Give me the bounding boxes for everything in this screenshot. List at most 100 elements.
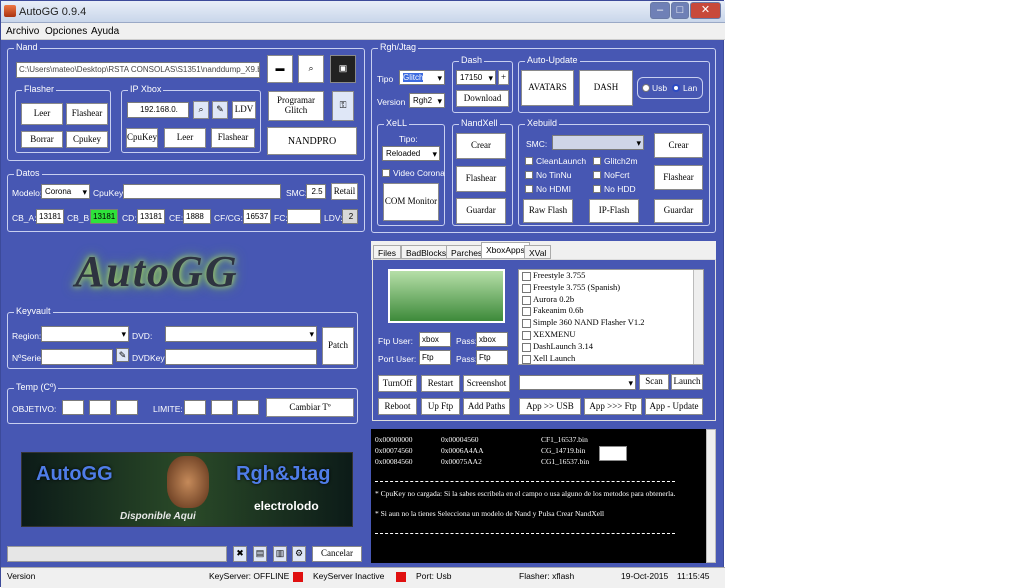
cpukey-button[interactable]: Cpukey bbox=[66, 131, 108, 148]
pass2-input[interactable]: Ftp bbox=[476, 350, 508, 365]
cba-input[interactable]: 13181 bbox=[36, 209, 64, 224]
reboot-button[interactable]: Reboot bbox=[378, 398, 417, 415]
retail-button[interactable]: Retail bbox=[331, 183, 358, 200]
apps-list[interactable]: Freestyle 3.755 Freestyle 3.755 (Spanish… bbox=[518, 269, 704, 365]
version-select[interactable]: Rgh2 bbox=[409, 93, 445, 108]
list-item[interactable]: Xell Launch bbox=[519, 353, 703, 365]
edit-icon[interactable]: ✎ bbox=[212, 101, 228, 119]
dash-update-button[interactable]: DASH bbox=[579, 70, 633, 106]
usb-icon[interactable]: ⚿ bbox=[332, 91, 354, 121]
nandxell-guardar-button[interactable]: Guardar bbox=[456, 198, 506, 224]
tools-icon[interactable]: ✖ bbox=[233, 546, 247, 562]
avatars-button[interactable]: AVATARS bbox=[521, 70, 574, 106]
launch-button[interactable]: Launch bbox=[671, 374, 703, 390]
close-icon[interactable]: ✕ bbox=[690, 2, 721, 19]
addpaths-button[interactable]: Add Paths bbox=[463, 398, 510, 415]
dvdkey-input[interactable] bbox=[165, 349, 317, 365]
pass-input[interactable]: xbox bbox=[476, 332, 508, 347]
console-scrollbar[interactable] bbox=[706, 429, 716, 563]
search-icon[interactable]: ⌕ bbox=[298, 55, 324, 83]
tab-xboxapps[interactable]: XboxApps bbox=[481, 242, 530, 259]
app-select[interactable] bbox=[519, 375, 636, 390]
xell-tipo-select[interactable]: Reloaded bbox=[382, 146, 440, 161]
xebuild-crear-button[interactable]: Crear bbox=[654, 133, 703, 158]
modelo-select[interactable]: Corona bbox=[41, 184, 90, 199]
screenshot-button[interactable]: Screenshot bbox=[463, 375, 510, 392]
datos-ldv-input[interactable]: 2 bbox=[342, 209, 358, 224]
restart-button[interactable]: Restart bbox=[421, 375, 460, 392]
maximize-icon[interactable]: □ bbox=[671, 2, 689, 19]
smc-select[interactable] bbox=[552, 135, 644, 150]
fc-input[interactable] bbox=[287, 209, 321, 224]
leer-button[interactable]: Leer bbox=[21, 103, 63, 125]
edit-serie-icon[interactable]: ✎ bbox=[116, 348, 129, 362]
limite-1-input[interactable] bbox=[184, 400, 206, 415]
video-corona-checkbox[interactable] bbox=[382, 169, 390, 177]
app-update-button[interactable]: App - Update bbox=[645, 398, 703, 415]
menu-ayuda[interactable]: Ayuda bbox=[91, 26, 119, 37]
datos-smc-input[interactable]: 2.5 bbox=[306, 184, 326, 199]
portuser-input[interactable]: Ftp bbox=[419, 350, 451, 365]
list-item[interactable]: Fakeanim 0.6b bbox=[519, 305, 703, 317]
cbb-input[interactable]: 13181 bbox=[90, 209, 118, 224]
log-button[interactable]: Log... bbox=[599, 446, 627, 461]
apps-scrollbar[interactable] bbox=[693, 270, 703, 364]
nserie-input[interactable] bbox=[41, 349, 113, 365]
flashear-button[interactable]: Flashear bbox=[66, 103, 108, 125]
nand-path-input[interactable]: C:\Users\mateo\Desktop\RSTA CONSOLAS\S13… bbox=[16, 62, 260, 78]
cancelar-button[interactable]: Cancelar bbox=[312, 546, 362, 562]
list-item[interactable]: Simple 360 NAND Flasher V1.2 bbox=[519, 317, 703, 329]
nohdmi-checkbox[interactable] bbox=[525, 185, 533, 193]
search-ip-icon[interactable]: ⌕ bbox=[193, 101, 209, 119]
ipflash-button[interactable]: IP-Flash bbox=[589, 199, 639, 223]
minimize-icon[interactable]: – bbox=[650, 2, 670, 19]
cambiar-temp-button[interactable]: Cambiar Tº bbox=[266, 398, 354, 417]
ip-input[interactable]: 192.168.0. bbox=[127, 102, 189, 118]
rawflash-button[interactable]: Raw Flash bbox=[523, 199, 573, 223]
leer-ip-button[interactable]: Leer bbox=[164, 128, 206, 148]
dvd-select[interactable] bbox=[165, 326, 317, 342]
app-ftp-button[interactable]: App >>> Ftp bbox=[584, 398, 642, 415]
glitch2m-checkbox[interactable] bbox=[593, 157, 601, 165]
download-button[interactable]: Download bbox=[456, 90, 509, 107]
dash-select[interactable]: 17150 bbox=[456, 70, 496, 85]
usb-radio[interactable] bbox=[642, 84, 650, 92]
objetivo-2-input[interactable] bbox=[89, 400, 111, 415]
ldv-button[interactable]: LDV bbox=[232, 101, 256, 119]
turnoff-button[interactable]: TurnOff bbox=[378, 375, 417, 392]
scan-button[interactable]: Scan bbox=[639, 374, 669, 390]
xebuild-flashear-button[interactable]: Flashear bbox=[654, 165, 703, 190]
upftp-button[interactable]: Up Ftp bbox=[421, 398, 460, 415]
nandxell-flashear-button[interactable]: Flashear bbox=[456, 166, 506, 192]
cleanlaunch-checkbox[interactable] bbox=[525, 157, 533, 165]
limite-2-input[interactable] bbox=[211, 400, 233, 415]
save-icon[interactable]: ▬ bbox=[267, 55, 293, 83]
tab-files[interactable]: Files bbox=[373, 245, 401, 259]
menu-archivo[interactable]: Archivo bbox=[6, 26, 39, 37]
cpukey-ip-button[interactable]: CpuKey bbox=[126, 128, 158, 148]
notinnu-checkbox[interactable] bbox=[525, 171, 533, 179]
dash-add-icon[interactable]: + bbox=[498, 70, 509, 85]
tab-xval[interactable]: XVal bbox=[524, 245, 552, 259]
settings-icon[interactable]: ⚙ bbox=[292, 546, 306, 562]
nandxell-crear-button[interactable]: Crear bbox=[456, 133, 506, 159]
list-item[interactable]: XEXMENU bbox=[519, 329, 703, 341]
list-item[interactable]: Freestyle 3.755 bbox=[519, 270, 703, 282]
xbox-console-icon[interactable]: ▣ bbox=[330, 55, 356, 83]
tipo-select[interactable]: Glitch bbox=[399, 70, 445, 85]
tab-badblocks[interactable]: BadBlocks bbox=[401, 245, 452, 259]
nofcrt-checkbox[interactable] bbox=[593, 171, 601, 179]
cfcg-input[interactable]: 16537 bbox=[243, 209, 271, 224]
app-usb-button[interactable]: App >> USB bbox=[519, 398, 581, 415]
list-item[interactable]: DashLaunch 3.14 bbox=[519, 341, 703, 353]
list-item[interactable]: Aurora 0.2b bbox=[519, 294, 703, 306]
datos-cpukey-input[interactable] bbox=[123, 184, 281, 199]
list-item[interactable]: Freestyle 3.755 (Spanish) bbox=[519, 282, 703, 294]
objetivo-3-input[interactable] bbox=[116, 400, 138, 415]
flashear-ip-button[interactable]: Flashear bbox=[211, 128, 255, 148]
com-monitor-button[interactable]: COM Monitor bbox=[383, 183, 439, 221]
ftpuser-input[interactable]: xbox bbox=[419, 332, 451, 347]
patch-button[interactable]: Patch bbox=[322, 327, 354, 365]
promo-banner[interactable]: AutoGG Rgh&Jtag Disponible Aqui electrol… bbox=[21, 452, 353, 527]
xebuild-guardar-button[interactable]: Guardar bbox=[654, 199, 703, 223]
